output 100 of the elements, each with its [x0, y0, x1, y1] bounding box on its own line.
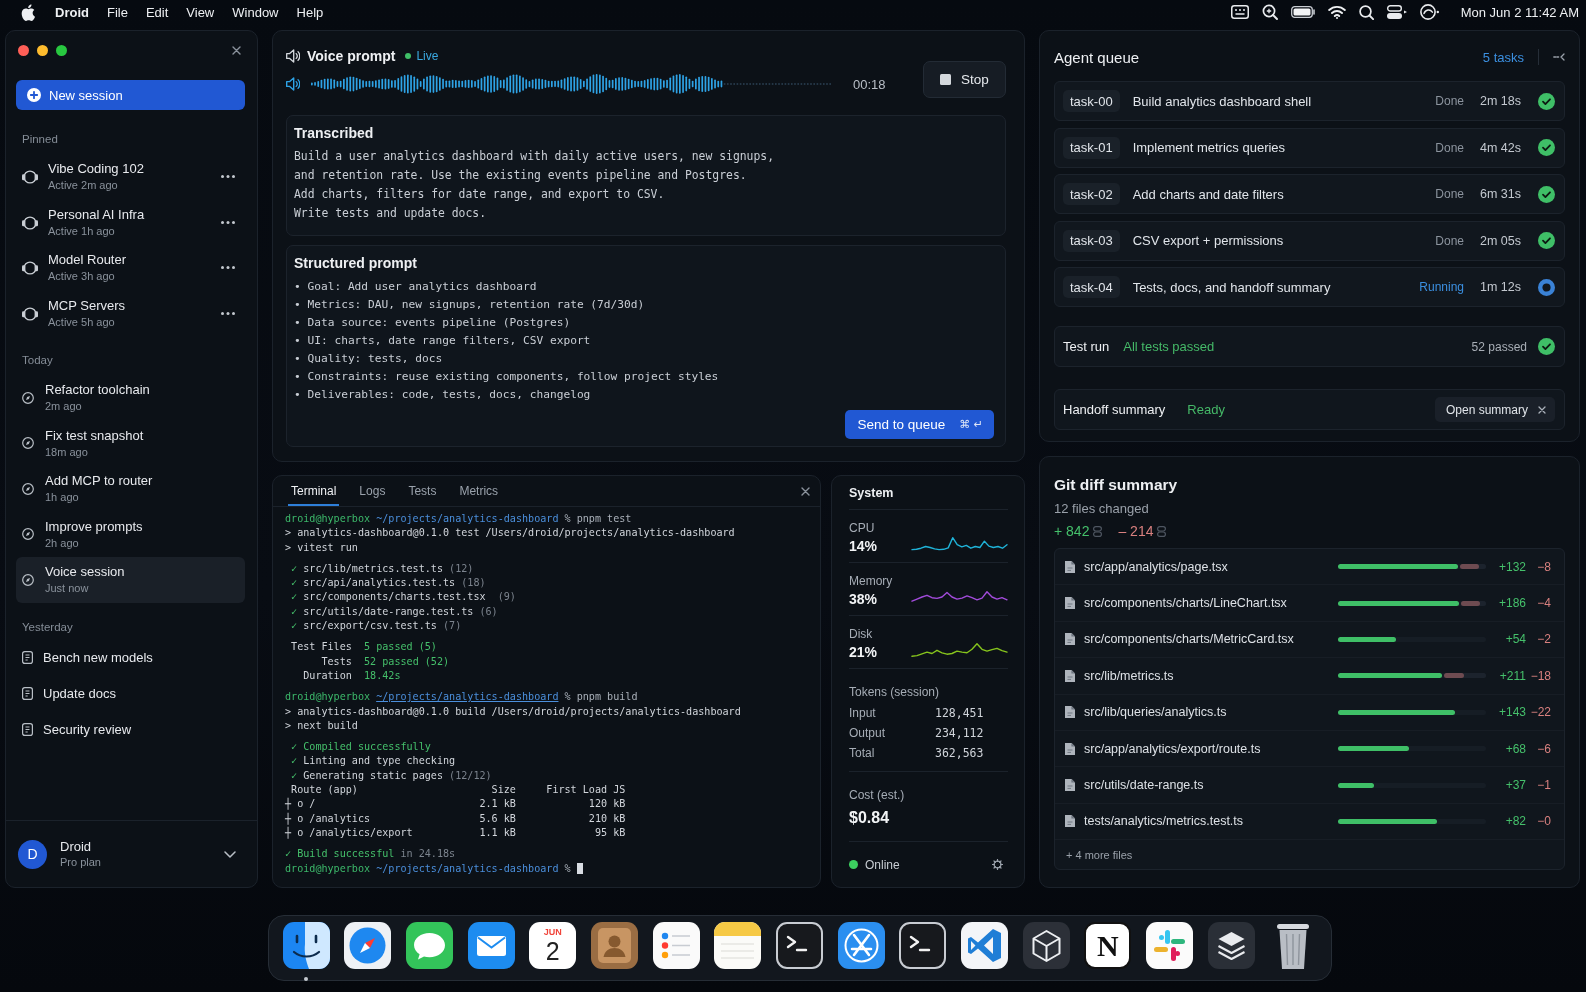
menu-item[interactable]: Window — [223, 4, 288, 20]
headset-icon — [22, 260, 38, 275]
file-icon — [1065, 706, 1075, 719]
file-path[interactable]: src/app/analytics/export/route.ts — [1084, 741, 1338, 756]
removed-count: −22 — [1529, 705, 1551, 720]
pinwheel-icon[interactable] — [1146, 922, 1194, 969]
session-item[interactable]: Personal AI Infra Active 1h ago — [16, 199, 245, 245]
task-title: Tests, docs, and handoff summary — [1132, 279, 1331, 295]
compass-icon[interactable] — [344, 922, 392, 969]
file-path[interactable]: src/app/analytics/page.tsx — [1084, 559, 1338, 574]
file-path[interactable]: src/lib/queries/analytics.ts — [1084, 705, 1338, 720]
more-files-link[interactable]: + 4 more files — [1055, 840, 1564, 870]
task-title: Implement metrics queries — [1132, 140, 1286, 155]
progress-ring-icon — [1538, 278, 1555, 296]
wifi-icon[interactable] — [1327, 5, 1346, 19]
collapse-icon[interactable] — [1553, 53, 1565, 61]
session-item[interactable]: Improve prompts 2h ago — [16, 511, 245, 557]
close-icon[interactable] — [232, 46, 241, 55]
zoom-window-icon[interactable] — [56, 45, 67, 56]
menu-item[interactable]: File — [97, 4, 137, 20]
menu-item[interactable]: View — [177, 4, 224, 20]
terminal-icon[interactable] — [899, 922, 947, 969]
session-item[interactable]: MCP Servers Active 5h ago — [16, 290, 245, 336]
keyboard-icon[interactable] — [1230, 5, 1249, 19]
new-session-button[interactable]: New session — [16, 80, 245, 110]
more-icon[interactable] — [221, 175, 235, 178]
trash-icon[interactable] — [1277, 922, 1309, 969]
file-path[interactable]: src/components/charts/MetricCard.tsx — [1084, 632, 1338, 647]
close-window-icon[interactable] — [18, 45, 29, 56]
more-icon[interactable] — [221, 266, 235, 269]
panel-title: Git diff summary — [1054, 475, 1179, 495]
stop-button[interactable]: Stop — [923, 61, 1006, 98]
task-id: task-00 — [1063, 90, 1120, 112]
compass-icon — [22, 573, 34, 586]
task-id: task-02 — [1063, 183, 1120, 205]
compass-icon — [22, 482, 34, 495]
layers-icon[interactable] — [1207, 922, 1255, 969]
app-menu[interactable]: Droid — [46, 4, 98, 20]
section-heading: Tokens (session) — [849, 684, 941, 700]
file-path[interactable]: tests/analytics/metrics.test.ts — [1084, 814, 1338, 829]
more-icon[interactable] — [221, 220, 235, 224]
task-id: task-01 — [1063, 136, 1120, 159]
document-icon — [22, 687, 33, 700]
notepad-icon[interactable] — [714, 922, 762, 969]
tab[interactable]: Logs — [356, 484, 389, 506]
removed-count: −4 — [1536, 596, 1551, 611]
smiling-face-icon[interactable] — [282, 922, 330, 969]
orb-icon[interactable] — [1419, 4, 1439, 20]
checklist-icon[interactable] — [652, 922, 700, 969]
menu-item[interactable]: Help — [287, 4, 333, 20]
battery-icon[interactable] — [1290, 6, 1315, 18]
tab[interactable]: Metrics — [456, 484, 502, 506]
session-item[interactable]: Bench new models — [16, 639, 245, 676]
cube-icon[interactable] — [1022, 922, 1070, 969]
prompt-line: • Quality: tests, docs — [294, 350, 444, 367]
zoom-icon[interactable] — [1261, 4, 1278, 20]
user-avatar[interactable]: D — [18, 839, 47, 869]
open-summary-button[interactable]: Open summary — [1434, 397, 1555, 422]
session-item[interactable]: Model Router Active 3h ago — [16, 245, 245, 291]
session-item[interactable]: Refactor toolchain 2m ago — [16, 375, 245, 421]
user-name: Droid — [60, 838, 93, 855]
search-icon[interactable] — [1358, 4, 1374, 20]
address-book-icon[interactable] — [590, 922, 638, 969]
tools-icon[interactable] — [837, 922, 885, 969]
menu-item[interactable]: Edit — [136, 4, 178, 20]
volume-icon[interactable] — [286, 77, 300, 91]
session-item[interactable]: Security review — [16, 711, 245, 748]
more-icon[interactable] — [221, 311, 235, 315]
metric-value: 38% — [849, 590, 879, 608]
session-item[interactable]: Vibe Coding 102 Active 2m ago — [16, 154, 245, 200]
session-item[interactable]: Update docs — [16, 675, 245, 712]
envelope-icon[interactable] — [467, 922, 515, 969]
toggle-icon[interactable] — [1386, 5, 1407, 19]
file-icon — [1065, 597, 1075, 610]
chat-bubble-icon[interactable] — [405, 922, 453, 969]
file-path[interactable]: src/lib/metrics.ts — [1084, 668, 1338, 683]
session-item[interactable]: Voice session Just now — [16, 557, 245, 603]
session-item[interactable]: Fix test snapshot 18m ago — [16, 420, 245, 466]
gear-icon[interactable] — [992, 859, 1003, 870]
close-icon[interactable] — [1538, 405, 1546, 414]
file-icon — [1065, 633, 1075, 646]
close-icon[interactable] — [801, 486, 810, 496]
letter-app-button[interactable]: N — [1084, 922, 1132, 969]
minimize-window-icon[interactable] — [37, 45, 48, 56]
prompt-line: • Data source: events pipeline (Postgres) — [294, 314, 572, 331]
apple-logo-icon[interactable] — [21, 3, 35, 21]
calendar-app-button[interactable]: JUN 2 — [529, 922, 577, 969]
file-path[interactable]: src/utils/date-range.ts — [1084, 778, 1338, 793]
send-to-queue-button[interactable]: Send to queue ⌘ ↵ — [845, 409, 994, 439]
tab[interactable]: Tests — [405, 484, 440, 506]
session-item[interactable]: Add MCP to router 1h ago — [16, 466, 245, 512]
file-path[interactable]: src/components/charts/LineChart.tsx — [1084, 596, 1338, 611]
chevron-down-icon[interactable] — [224, 850, 236, 858]
terminal-line: > next build — [285, 718, 358, 733]
terminal-line: ✓ src/components/charts.test.tsx (9) — [290, 590, 516, 605]
stop-square-icon — [940, 74, 952, 85]
task-id: task-03 — [1063, 229, 1120, 252]
code-editor-icon[interactable] — [961, 922, 1009, 969]
tab[interactable]: Terminal — [288, 484, 340, 506]
terminal-icon[interactable] — [776, 922, 823, 969]
